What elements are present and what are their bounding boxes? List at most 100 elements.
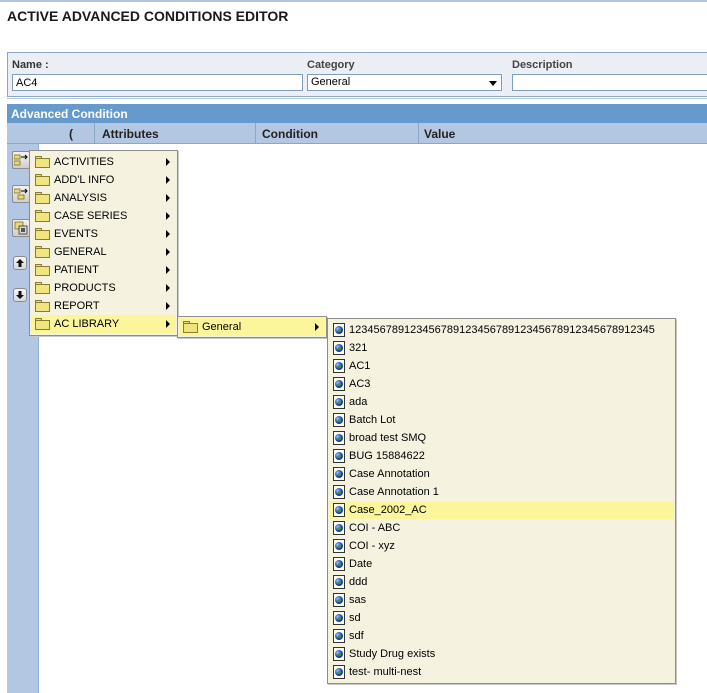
menu-item-condition-label: sdf: [349, 630, 364, 642]
condition-document-icon: [333, 521, 345, 535]
menu-item-category-label: ANALYSIS: [54, 192, 107, 204]
menu-item-condition[interactable]: AC3: [329, 375, 674, 393]
menu-item-category[interactable]: ACTIVITIES: [31, 153, 176, 171]
move-up-icon: [16, 259, 24, 267]
menu-item-condition-label: COI - xyz: [349, 540, 395, 552]
menu-item-condition[interactable]: Study Drug exists: [329, 645, 674, 663]
menu-item-condition-label: ada: [349, 396, 368, 408]
menu-item-condition[interactable]: sd: [329, 609, 674, 627]
top-border: [0, 0, 707, 2]
condition-form: Name : Category General Description: [7, 52, 707, 97]
menu-item-condition-label: Case_2002_AC: [349, 504, 427, 516]
menu-item-category-label: AC LIBRARY: [54, 318, 120, 330]
column-condition[interactable]: Condition: [262, 123, 318, 143]
move-down-button[interactable]: [13, 288, 27, 302]
menu-item-category[interactable]: PATIENT: [31, 261, 176, 279]
menu-item-condition[interactable]: broad test SMQ: [329, 429, 674, 447]
menu-item-condition[interactable]: AC1: [329, 357, 674, 375]
library-icon: [14, 221, 28, 235]
condition-document-icon: [333, 449, 345, 463]
menu-item-condition[interactable]: Case Annotation 1: [329, 483, 674, 501]
column-attributes[interactable]: Attributes: [102, 123, 159, 143]
folder-icon: [35, 228, 51, 240]
menu-item-condition[interactable]: COI - xyz: [329, 537, 674, 555]
menu-item-category[interactable]: EVENTS: [31, 225, 176, 243]
menu-item-category[interactable]: GENERAL: [31, 243, 176, 261]
menu-item-condition[interactable]: Batch Lot: [329, 411, 674, 429]
category-selected-value: General: [311, 76, 351, 88]
category-label: Category: [307, 59, 355, 71]
category-select[interactable]: General: [307, 74, 502, 91]
menu-item-category[interactable]: ANALYSIS: [31, 189, 176, 207]
condition-document-icon: [333, 323, 345, 337]
condition-document-icon: [333, 593, 345, 607]
submenu-arrow-icon: [166, 284, 170, 292]
condition-document-icon: [333, 557, 345, 571]
chevron-down-icon[interactable]: [489, 81, 497, 86]
menu-item-condition[interactable]: Case_2002_AC: [329, 501, 674, 519]
grid-title: Advanced Condition: [7, 104, 707, 123]
menu-item-condition-label: ddd: [349, 576, 368, 588]
description-input[interactable]: [512, 74, 707, 91]
menu-item-condition[interactable]: Case Annotation: [329, 465, 674, 483]
menu-item-condition-label: broad test SMQ: [349, 432, 427, 444]
condition-document-icon: [333, 539, 345, 553]
add-condition-button[interactable]: [12, 151, 30, 169]
menu-item-category[interactable]: CASE SERIES: [31, 207, 176, 225]
divider: [7, 98, 707, 99]
menu-item-condition[interactable]: test- multi-nest: [329, 663, 674, 681]
menu-item-condition[interactable]: ada: [329, 393, 674, 411]
menu-item-category[interactable]: PRODUCTS: [31, 279, 176, 297]
folder-icon: [35, 174, 51, 186]
folder-icon: [35, 192, 51, 204]
add-condition-icon: [14, 154, 28, 166]
menu-item-condition[interactable]: Date: [329, 555, 674, 573]
menu-item-category-label: EVENTS: [54, 228, 99, 240]
column-value[interactable]: Value: [424, 123, 455, 143]
condition-document-icon: [333, 467, 345, 481]
condition-document-icon: [333, 611, 345, 625]
condition-document-icon: [333, 359, 345, 373]
condition-document-icon: [333, 647, 345, 661]
menu-item-condition-label: sd: [349, 612, 361, 624]
menu-item-condition[interactable]: ddd: [329, 573, 674, 591]
menu-item-category[interactable]: REPORT: [31, 297, 176, 315]
column-paren[interactable]: (: [69, 123, 73, 143]
condition-document-icon: [333, 575, 345, 589]
submenu-arrow-icon: [166, 320, 170, 328]
folder-icon: [35, 318, 51, 330]
submenu-arrow-icon: [166, 158, 170, 166]
submenu-arrow-icon: [166, 212, 170, 220]
submenu-arrow-icon: [315, 323, 319, 331]
menu-item-condition-label: AC3: [349, 378, 371, 390]
condition-document-icon: [333, 431, 345, 445]
menu-item-library-folder[interactable]: General: [179, 318, 325, 336]
menu-item-condition[interactable]: 1234567891234567891234567891234567891234…: [329, 321, 674, 339]
name-input[interactable]: [12, 74, 303, 91]
move-up-button[interactable]: [13, 256, 27, 270]
submenu-arrow-icon: [166, 230, 170, 238]
folder-icon: [35, 156, 51, 168]
condition-document-icon: [333, 413, 345, 427]
folder-icon: [35, 282, 51, 294]
menu-item-category[interactable]: AC LIBRARY: [31, 315, 176, 333]
menu-item-category[interactable]: ADD'L INFO: [31, 171, 176, 189]
menu-item-condition[interactable]: BUG 15884622: [329, 447, 674, 465]
description-label: Description: [512, 59, 573, 71]
menu-item-condition[interactable]: 321: [329, 339, 674, 357]
menu-item-condition-label: Batch Lot: [349, 414, 396, 426]
menu-item-condition[interactable]: sdf: [329, 627, 674, 645]
menu-item-condition-label: Study Drug exists: [349, 648, 436, 660]
page-title: ACTIVE ADVANCED CONDITIONS EDITOR: [7, 8, 289, 24]
submenu-arrow-icon: [166, 176, 170, 184]
general-conditions-menu: 1234567891234567891234567891234567891234…: [327, 318, 676, 684]
menu-item-condition-label: 1234567891234567891234567891234567891234…: [349, 324, 655, 336]
column-divider: [255, 123, 256, 143]
menu-item-category-label: CASE SERIES: [54, 210, 128, 222]
add-group-button[interactable]: [12, 185, 30, 203]
menu-item-condition[interactable]: COI - ABC: [329, 519, 674, 537]
column-divider: [94, 123, 95, 143]
library-button[interactable]: [12, 219, 30, 237]
menu-item-condition-label: AC1: [349, 360, 371, 372]
menu-item-condition[interactable]: sas: [329, 591, 674, 609]
